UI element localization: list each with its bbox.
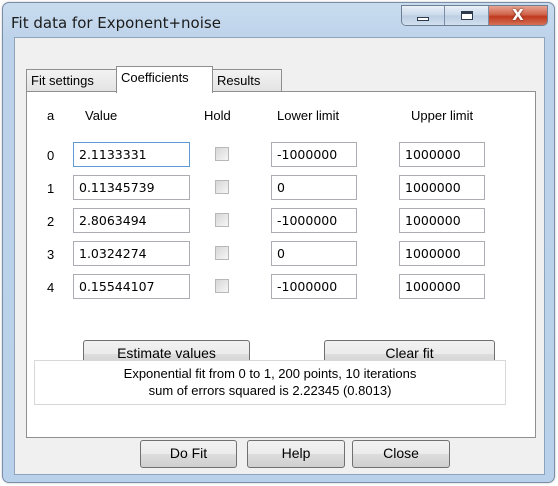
lower-limit-field[interactable]: -1000000 (271, 208, 357, 233)
lower-limit-field[interactable]: 0 (271, 175, 357, 200)
header-hold: Hold (204, 108, 231, 123)
upper-limit-field[interactable]: 1000000 (399, 142, 485, 167)
upper-limit-field[interactable]: 1000000 (399, 175, 485, 200)
value-field[interactable]: 2.1133331 (73, 142, 190, 167)
title-bar[interactable]: Fit data for Exponent+noise X (3, 3, 554, 37)
row-index: 3 (47, 247, 55, 262)
fit-data-window: Fit data for Exponent+noise X Fit settin… (2, 2, 555, 483)
lower-limit-field[interactable]: -1000000 (271, 142, 357, 167)
row-index: 1 (47, 181, 55, 196)
fit-summary-text: Exponential fit from 0 to 1, 200 points,… (123, 366, 417, 381)
hold-checkbox[interactable] (215, 213, 229, 227)
maximize-button[interactable] (445, 6, 489, 25)
do-fit-button[interactable]: Do Fit (140, 440, 237, 468)
value-field[interactable]: 0.11345739 (73, 175, 190, 200)
fit-status-box: Exponential fit from 0 to 1, 200 points,… (34, 360, 506, 405)
window-title: Fit data for Exponent+noise (11, 14, 221, 32)
error-summary-text: sum of errors squared is 2.22345 (0.8013… (148, 383, 392, 398)
header-index: a (47, 108, 55, 123)
hold-checkbox[interactable] (215, 180, 229, 194)
help-button[interactable]: Help (247, 440, 345, 468)
header-upper-limit: Upper limit (411, 108, 474, 123)
maximize-icon (460, 11, 473, 20)
upper-limit-field[interactable]: 1000000 (399, 208, 485, 233)
minimize-button[interactable] (402, 6, 446, 25)
caption-buttons: X (401, 5, 548, 26)
tab-results[interactable]: Results (212, 69, 282, 92)
tab-coefficients[interactable]: Coefficients (116, 66, 213, 93)
dialog-client-area: Fit settings Coefficients Results a Valu… (14, 37, 545, 475)
tab-fit-settings[interactable]: Fit settings (26, 69, 117, 92)
row-index: 4 (47, 280, 55, 295)
value-field[interactable]: 0.15544107 (73, 274, 190, 299)
upper-limit-field[interactable]: 1000000 (399, 274, 485, 299)
minimize-icon (417, 16, 430, 21)
hold-checkbox[interactable] (215, 279, 229, 293)
header-value: Value (85, 108, 118, 123)
close-button[interactable]: Close (352, 440, 450, 468)
lower-limit-field[interactable]: -1000000 (271, 274, 357, 299)
row-index: 0 (47, 148, 55, 163)
upper-limit-field[interactable]: 1000000 (399, 241, 485, 266)
value-field[interactable]: 1.0324274 (73, 241, 190, 266)
lower-limit-field[interactable]: 0 (271, 241, 357, 266)
row-index: 2 (47, 214, 55, 229)
close-window-button[interactable]: X (488, 6, 547, 25)
hold-checkbox[interactable] (215, 147, 229, 161)
value-field[interactable]: 2.8063494 (73, 208, 190, 233)
close-icon: X (512, 6, 524, 24)
header-lower-limit: Lower limit (277, 108, 340, 123)
hold-checkbox[interactable] (215, 246, 229, 260)
